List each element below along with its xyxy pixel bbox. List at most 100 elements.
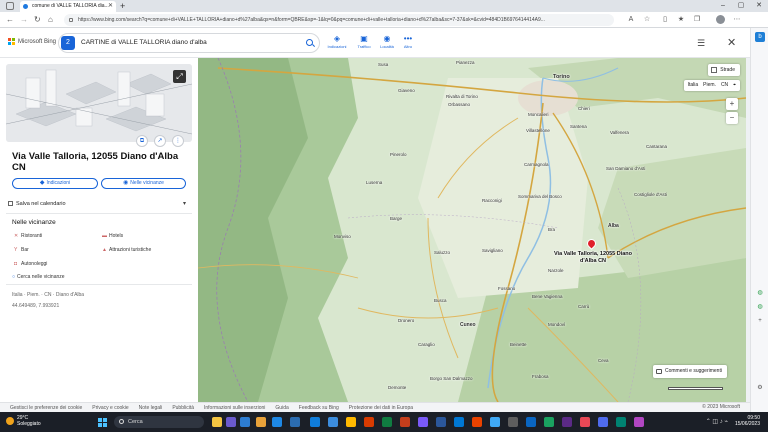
read-aloud-icon[interactable]: A xyxy=(626,15,636,25)
nearby-attractions[interactable]: ▲ Attrazioni turistiche xyxy=(102,247,151,253)
zoom-in-icon[interactable]: + xyxy=(726,98,738,110)
favorites-icon[interactable]: ★ xyxy=(676,15,686,25)
taskbar-app-icon[interactable] xyxy=(454,417,464,427)
url-field[interactable]: https://www.bing.com/search?q=comune+di+… xyxy=(64,14,614,26)
windows-start-icon[interactable] xyxy=(98,418,107,427)
tab-title: comune di VALLE TALLORIA dia... xyxy=(32,3,109,9)
map-style-button[interactable]: Strade xyxy=(708,64,740,76)
sidebar-app-icon[interactable]: ◍ xyxy=(755,288,765,298)
system-tray-icons[interactable]: ⌃ ◫ ♪ ⌁ xyxy=(706,418,728,425)
taskbar-app-icon[interactable] xyxy=(240,417,250,427)
taskbar-app-icon[interactable] xyxy=(272,417,282,427)
zoom-out-icon[interactable]: − xyxy=(726,112,738,124)
copy-icon[interactable]: ⧉ xyxy=(136,135,148,147)
bing-chat-icon[interactable]: b xyxy=(755,32,765,42)
maximize-icon[interactable]: ▢ xyxy=(732,0,750,12)
back-icon[interactable]: ← xyxy=(6,15,14,25)
refresh-icon[interactable]: ↻ xyxy=(34,15,41,25)
map-breadcrumb[interactable]: Italia Piem. CN ⌖ xyxy=(683,80,740,91)
taskbar-app-icon[interactable] xyxy=(346,417,356,427)
taskbar-app-icon[interactable] xyxy=(580,417,590,427)
taskbar-app-icon[interactable] xyxy=(472,417,482,427)
close-icon[interactable]: ✕ xyxy=(727,36,736,49)
nearby-bars[interactable]: Y Bar xyxy=(14,247,29,253)
minimize-icon[interactable]: – xyxy=(714,0,732,12)
footer-link[interactable]: Privacy e cookie xyxy=(92,405,128,411)
taskbar-app-icon[interactable] xyxy=(490,417,500,427)
edge-taskbar-icon[interactable] xyxy=(310,417,320,427)
taskbar-app-icon[interactable] xyxy=(508,417,518,427)
split-screen-icon[interactable]: ▯ xyxy=(660,15,670,25)
copilot-badge[interactable]: 2 xyxy=(61,36,75,50)
footer-link[interactable]: Informazioni sulle inserzioni xyxy=(204,405,265,411)
tab-actions-icon[interactable] xyxy=(6,2,14,10)
taskbar-app-icon[interactable] xyxy=(364,417,374,427)
settings-more-icon[interactable]: ⋯ xyxy=(732,15,742,25)
tool-traffic[interactable]: ▣ Traffico xyxy=(352,34,376,49)
search-query[interactable]: CARTINE di VALLE TALLORIA diano d'alba xyxy=(81,34,207,52)
taskbar-app-icon[interactable] xyxy=(526,417,536,427)
taskbar-app-icon[interactable] xyxy=(382,417,392,427)
collections-icon[interactable]: ❐ xyxy=(692,15,702,25)
footer-link[interactable]: Feedback su Bing xyxy=(299,405,339,411)
close-window-icon[interactable]: ✕ xyxy=(750,0,768,12)
footer-link[interactable]: Gestisci le preferenze dei cookie xyxy=(10,405,82,411)
map-canvas[interactable]: Susa Pianezza Torino Giaveno Rivalta di … xyxy=(198,58,746,402)
save-calendar-row[interactable]: Salva nel calendario ▾ xyxy=(6,198,192,210)
taskbar-app-icon[interactable] xyxy=(226,417,236,427)
nearby-restaurants[interactable]: ✕ Ristoranti xyxy=(14,233,42,239)
favorite-star-icon[interactable]: ☆ xyxy=(642,15,652,25)
taskbar-app-icon[interactable] xyxy=(562,417,572,427)
taskbar-app-icon[interactable] xyxy=(290,417,300,427)
hamburger-menu-icon[interactable]: ☰ xyxy=(697,38,705,49)
search-icon[interactable] xyxy=(306,39,313,46)
home-icon[interactable]: ⌂ xyxy=(48,15,53,25)
map-label: Frabosa xyxy=(532,374,549,379)
weather-widget[interactable]: 29°C Soleggiato xyxy=(6,415,41,427)
taskbar-app-icon[interactable] xyxy=(436,417,446,427)
fullscreen-icon[interactable]: ⤢ xyxy=(173,70,186,83)
footer-link[interactable]: Note legali xyxy=(139,405,163,411)
nearby-hotels[interactable]: ▬ Hotels xyxy=(102,233,123,239)
taskbar-app-icon[interactable] xyxy=(256,417,266,427)
chevron-down-icon[interactable]: ▾ xyxy=(183,198,186,210)
feedback-button[interactable]: Commenti e suggerimenti xyxy=(653,365,727,378)
forward-icon[interactable]: → xyxy=(20,15,28,25)
tool-more[interactable]: ••• Altro xyxy=(396,34,420,49)
nearby-car-rental[interactable]: ◘ Autonoleggi xyxy=(14,261,47,267)
breadcrumb-item[interactable]: Italia xyxy=(688,80,699,91)
new-tab-button[interactable]: + xyxy=(120,0,125,12)
search-nearby-link[interactable]: ○ Cerca nelle vicinanze xyxy=(12,274,65,280)
search-box[interactable]: 2 CARTINE di VALLE TALLORIA diano d'alba xyxy=(58,33,320,53)
directions-button[interactable]: ◆ Indicazioni xyxy=(12,178,98,189)
close-tab-icon[interactable]: ✕ xyxy=(108,1,113,12)
taskbar-search[interactable]: Cerca xyxy=(114,416,204,428)
taskbar-app-icon[interactable] xyxy=(328,417,338,427)
profile-avatar[interactable] xyxy=(716,15,725,24)
taskbar-app-icon[interactable] xyxy=(616,417,626,427)
taskbar-app-icon[interactable] xyxy=(212,417,222,427)
footer-link[interactable]: Pubblicità xyxy=(172,405,194,411)
breadcrumb-item[interactable]: CN xyxy=(721,80,728,91)
breadcrumb-item[interactable]: Piem. xyxy=(703,80,716,91)
more-options-icon[interactable]: ⋮ xyxy=(172,135,184,147)
locate-me-icon[interactable]: ⌖ xyxy=(733,80,736,91)
sidebar-app-icon[interactable]: ◍ xyxy=(755,302,765,312)
taskbar-app-icon[interactable] xyxy=(400,417,410,427)
footer-link[interactable]: Guida xyxy=(275,405,288,411)
share-icon[interactable]: ↗ xyxy=(154,135,166,147)
lock-icon[interactable] xyxy=(69,18,73,22)
sidebar-settings-icon[interactable]: ⚙ xyxy=(755,383,765,393)
nearby-button[interactable]: ◉ Nelle vicinanze xyxy=(101,178,186,189)
taskbar-app-icon[interactable] xyxy=(634,417,644,427)
taskbar-app-icon[interactable] xyxy=(418,417,428,427)
aerial-3d-image[interactable] xyxy=(6,64,192,142)
browser-tab[interactable]: comune di VALLE TALLORIA dia... ✕ xyxy=(20,1,116,12)
footer-link[interactable]: Protezione dei dati in Europa xyxy=(349,405,413,411)
sidebar-add-icon[interactable]: + xyxy=(755,316,765,326)
microsoft-bing-logo[interactable]: Microsoft Bing xyxy=(8,38,56,45)
taskbar-app-icon[interactable] xyxy=(544,417,554,427)
taskbar-clock[interactable]: 09:50 15/06/2023 xyxy=(735,415,760,427)
tool-directions[interactable]: ◈ Indicazioni xyxy=(325,34,349,49)
taskbar-app-icon[interactable] xyxy=(598,417,608,427)
